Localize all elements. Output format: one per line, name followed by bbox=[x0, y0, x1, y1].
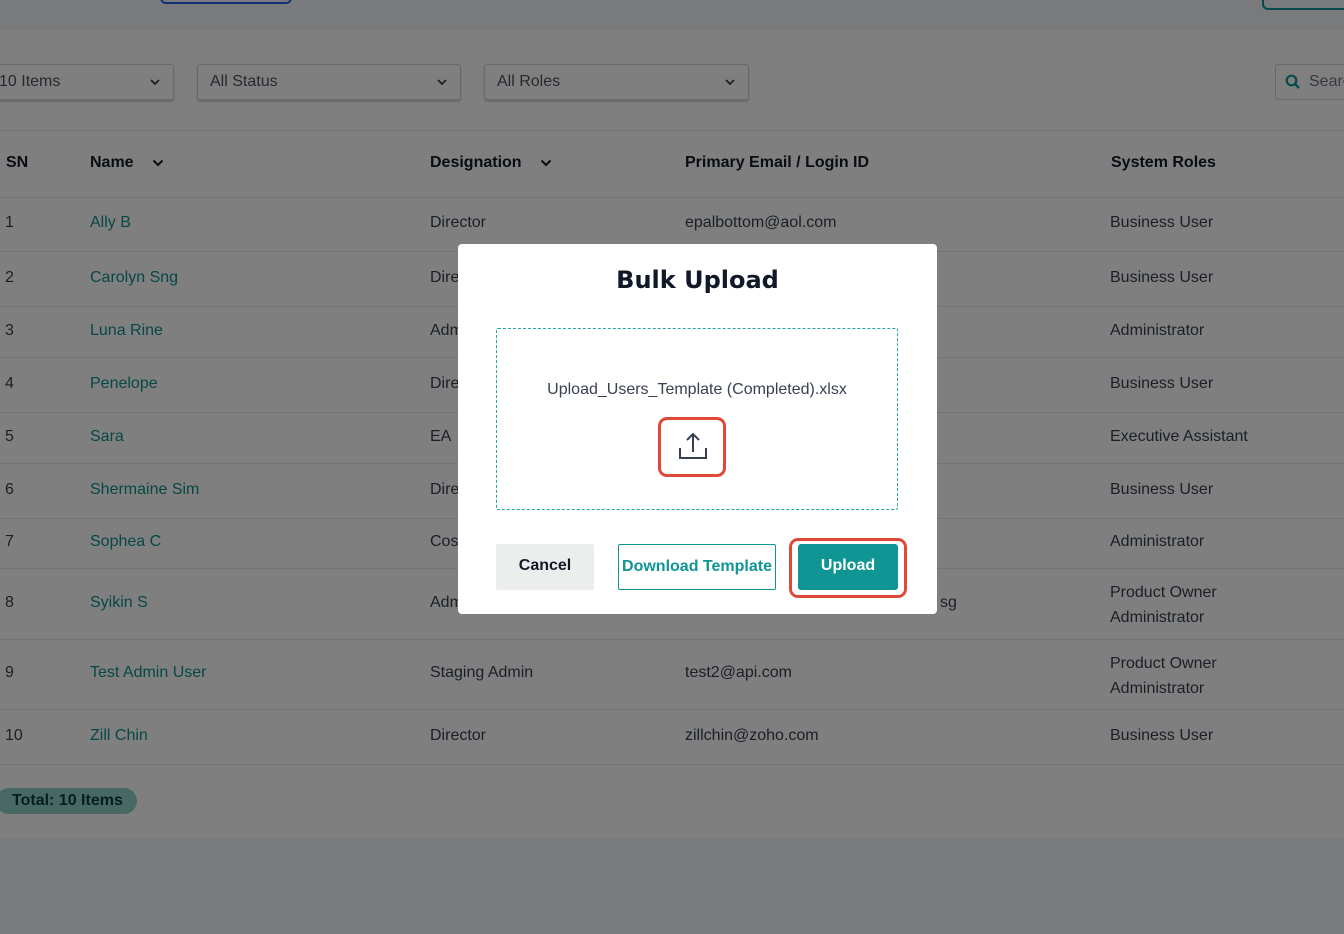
cancel-button[interactable]: Cancel bbox=[496, 544, 594, 590]
dialog-title: Bulk Upload bbox=[616, 266, 779, 294]
upload-icon-button[interactable] bbox=[658, 417, 726, 477]
selected-filename: Upload_Users_Template (Completed).xlsx bbox=[547, 381, 847, 398]
download-template-button[interactable]: Download Template bbox=[618, 544, 776, 590]
upload-button[interactable]: Upload bbox=[798, 544, 898, 590]
bulk-upload-dialog: Bulk Upload Upload_Users_Template (Compl… bbox=[458, 244, 937, 614]
page: 10 Items All Status All Roles Search SN … bbox=[0, 0, 1344, 934]
upload-icon bbox=[679, 432, 707, 459]
file-dropzone[interactable]: Upload_Users_Template (Completed).xlsx bbox=[496, 328, 898, 510]
